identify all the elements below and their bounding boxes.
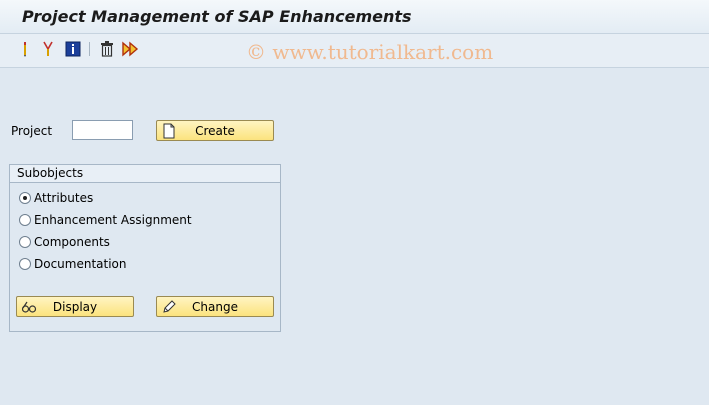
trash-icon[interactable] [98,40,116,58]
radio-button[interactable] [19,236,31,248]
document-icon [161,123,177,139]
radio-label: Attributes [34,191,94,205]
page-title: Project Management of SAP Enhancements [22,7,412,26]
project-label: Project [11,124,53,138]
forward-icon[interactable] [122,40,140,58]
radio-documentation[interactable]: Documentation [19,256,127,272]
change-button[interactable]: Change [156,296,274,317]
glasses-icon [21,299,37,315]
radio-label: Enhancement Assignment [34,213,192,227]
subobjects-title: Subobjects [17,166,84,180]
radio-attributes[interactable]: Attributes [19,190,93,206]
watermark: © www.tutorialkart.com [246,40,494,64]
radio-button[interactable] [19,258,31,270]
radio-enhancement-assignment[interactable]: Enhancement Assignment [19,212,192,228]
display-button[interactable]: Display [16,296,134,317]
radio-label: Documentation [34,257,127,271]
scissors-icon[interactable] [39,40,57,58]
radio-button[interactable] [19,192,31,204]
pencil-icon [161,299,177,315]
pencil-icon[interactable] [16,40,34,58]
create-button[interactable]: Create [156,120,274,141]
subobjects-group: Subobjects Attributes Enhancement Assign… [9,164,281,332]
info-icon[interactable] [64,40,82,58]
radio-button[interactable] [19,214,31,226]
subobjects-header: Subobjects [10,165,280,183]
toolbar-separator [89,42,90,56]
title-bar: Project Management of SAP Enhancements [0,0,709,34]
radio-label: Components [34,235,110,249]
project-input[interactable] [72,120,133,140]
radio-components[interactable]: Components [19,234,110,250]
